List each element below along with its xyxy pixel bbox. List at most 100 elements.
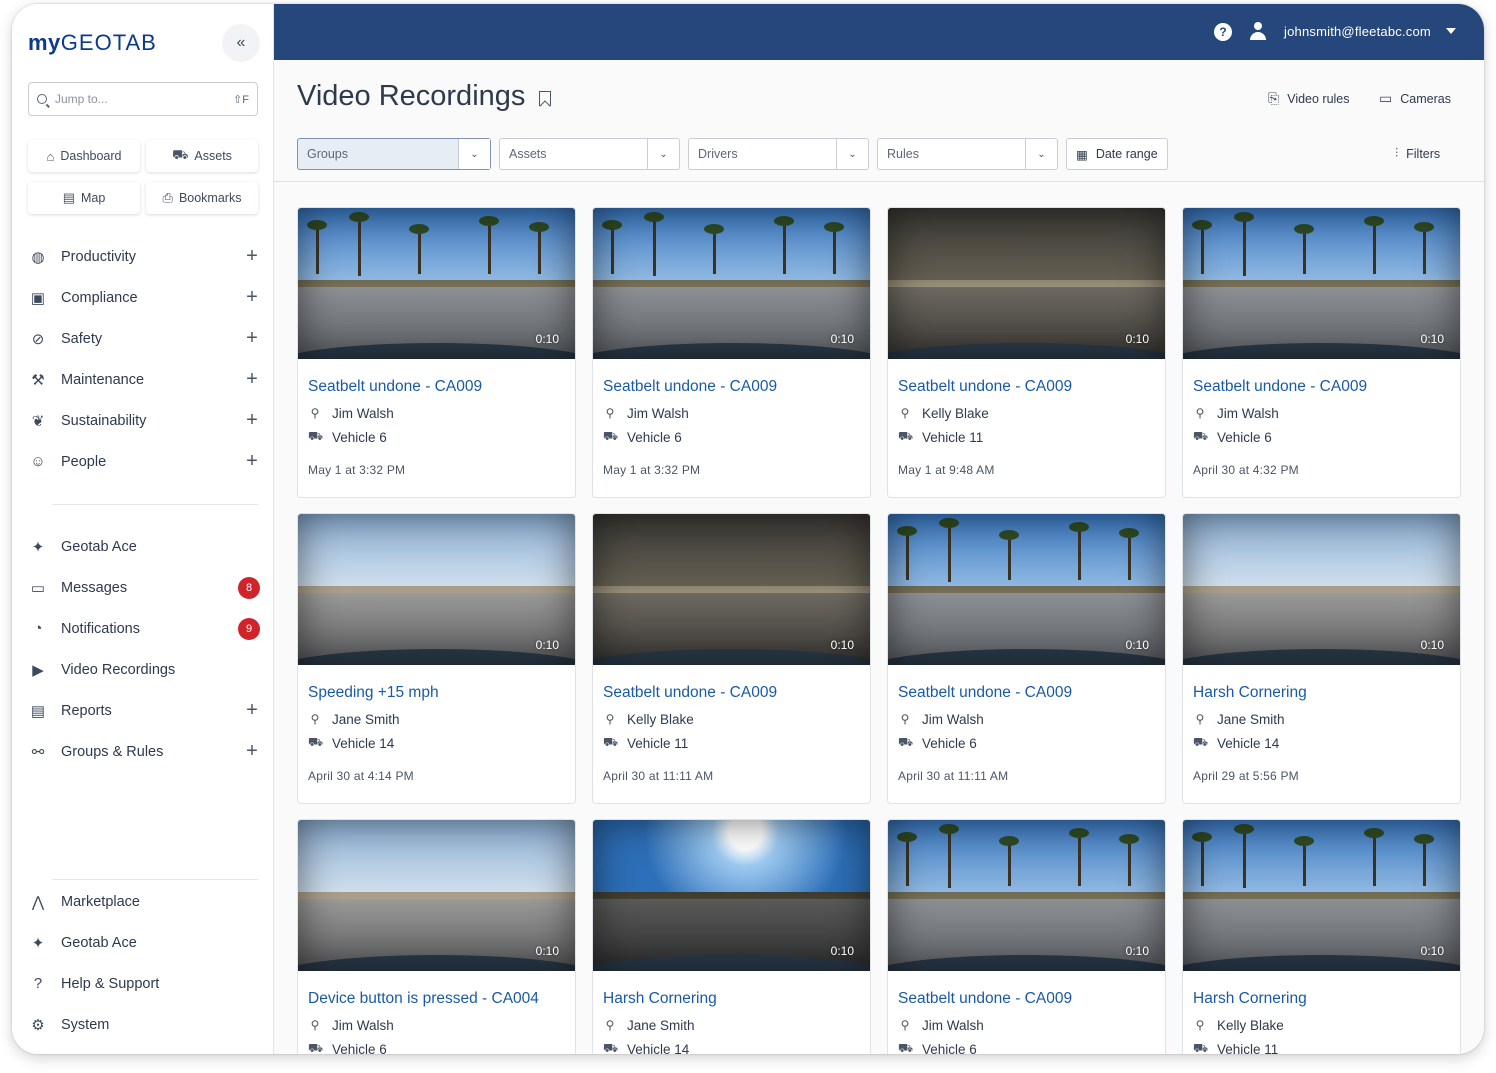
video-duration: 0:10: [535, 638, 559, 652]
quick-link-label: Map: [80, 191, 106, 205]
expand-plus-icon[interactable]: +: [244, 286, 260, 309]
sidebar-item-compliance[interactable]: ▣ Compliance +: [28, 277, 260, 318]
collapse-sidebar-button[interactable]: «: [222, 24, 260, 62]
recording-date: April 29 at 5:56 PM: [1193, 769, 1299, 783]
recording-card[interactable]: 0:10 Seatbelt undone - CA009 ⚲ Kelly Blake ⛟…: [592, 513, 871, 804]
sidebar-item-safety[interactable]: ⊘ Safety +: [28, 318, 260, 359]
video-thumbnail[interactable]: 0:10: [1183, 208, 1460, 359]
drivers-dropdown[interactable]: Drivers ⌄: [688, 138, 869, 170]
video-duration: 0:10: [1420, 638, 1444, 652]
user-icon[interactable]: [1250, 22, 1266, 40]
help-icon[interactable]: ?: [1214, 23, 1232, 41]
sidebar-item-messages[interactable]: ▭ Messages 8: [28, 567, 260, 608]
video-thumbnail[interactable]: 0:10: [1183, 514, 1460, 665]
sidebar-item-notifications[interactable]: ◔ Notifications 9: [28, 608, 260, 649]
vehicle-row: ⛟ Vehicle 11: [898, 429, 1155, 445]
vehicle-name: Vehicle 6: [1217, 429, 1272, 445]
recording-card[interactable]: 0:10 Seatbelt undone - CA009 ⚲ Jim Walsh ⛟ Ve…: [887, 513, 1166, 804]
recording-title-link[interactable]: Speeding +15 mph: [308, 684, 565, 702]
expand-plus-icon[interactable]: +: [244, 740, 260, 763]
person-icon: ⚲: [1195, 406, 1205, 420]
recording-details: Harsh Cornering ⚲ Jane Smith ⛟ Vehicle 14 Apr…: [1183, 684, 1460, 783]
recording-title-link[interactable]: Device button is pressed - CA004: [308, 990, 565, 1008]
account-menu-caret-icon[interactable]: [1446, 28, 1456, 34]
assets-quick-link[interactable]: ⛟ Assets: [146, 140, 258, 172]
recording-title-link[interactable]: Harsh Cornering: [603, 990, 860, 1008]
sidebar-item-geotab-ace[interactable]: ✦ Geotab Ace: [28, 526, 260, 567]
recording-title-link[interactable]: Harsh Cornering: [1193, 684, 1450, 702]
assets-dropdown[interactable]: Assets ⌄: [499, 138, 680, 170]
recording-card[interactable]: 0:10 Harsh Cornering ⚲ Kelly Blake ⛟ Vehicle …: [1182, 819, 1461, 1054]
recording-title-link[interactable]: Seatbelt undone - CA009: [898, 378, 1155, 396]
sliders-icon: ⫶: [1395, 146, 1399, 160]
recording-card[interactable]: 0:10 Seatbelt undone - CA009 ⚲ Jim Walsh ⛟ Ve…: [592, 207, 871, 498]
video-thumbnail[interactable]: 0:10: [888, 514, 1165, 665]
sidebar-item-people[interactable]: ☺ People +: [28, 441, 260, 482]
driver-name: Kelly Blake: [627, 711, 694, 727]
video-thumbnail[interactable]: 0:10: [888, 820, 1165, 971]
recording-title-link[interactable]: Seatbelt undone - CA009: [898, 684, 1155, 702]
sidebar-item-maintenance[interactable]: ⚒ Maintenance +: [28, 359, 260, 400]
video-thumbnail[interactable]: 0:10: [888, 208, 1165, 359]
recording-title-link[interactable]: Harsh Cornering: [1193, 990, 1450, 1008]
recording-details: Seatbelt undone - CA009 ⚲ Jim Walsh ⛟ Vehicl…: [1183, 378, 1460, 477]
sidebar-item-reports[interactable]: ▤ Reports +: [28, 690, 260, 731]
recording-card[interactable]: 0:10 Seatbelt undone - CA009 ⚲ Kelly Blake ⛟…: [887, 207, 1166, 498]
dashboard-quick-link[interactable]: ⌂ Dashboard: [28, 140, 140, 172]
video-thumbnail[interactable]: 0:10: [593, 514, 870, 665]
expand-plus-icon[interactable]: +: [244, 327, 260, 350]
groups-dropdown[interactable]: Groups ⌄: [297, 138, 491, 170]
sidebar-item-productivity[interactable]: ◍ Productivity +: [28, 236, 260, 277]
sidebar-item-video-recordings[interactable]: ▶ Video Recordings: [28, 649, 260, 690]
video-thumbnail[interactable]: 0:10: [298, 208, 575, 359]
filters-button[interactable]: ⫶ Filters: [1395, 146, 1440, 161]
sidebar-item-marketplace[interactable]: ⋀ Marketplace: [28, 881, 260, 922]
map-icon: ▤: [62, 190, 75, 205]
video-duration: 0:10: [1125, 638, 1149, 652]
recording-card[interactable]: 0:10 Speeding +15 mph ⚲ Jane Smith ⛟ Vehicle …: [297, 513, 576, 804]
recording-title-link[interactable]: Seatbelt undone - CA009: [603, 684, 860, 702]
recording-card[interactable]: 0:10 Device button is pressed - CA004 ⚲ Jim…: [297, 819, 576, 1054]
driver-name: Jim Walsh: [332, 405, 394, 421]
video-thumbnail[interactable]: 0:10: [298, 514, 575, 665]
thumbnail-vignette: [888, 208, 1165, 359]
rules-dropdown[interactable]: Rules ⌄: [877, 138, 1058, 170]
recording-card[interactable]: 0:10 Harsh Cornering ⚲ Jane Smith ⛟ Vehicle 1…: [592, 819, 871, 1054]
bookmarks-quick-link[interactable]: ⎙ Bookmarks: [146, 182, 258, 214]
recording-title-link[interactable]: Seatbelt undone - CA009: [603, 378, 860, 396]
page-title: Video Recordings: [297, 80, 526, 112]
vehicle-row: ⛟ Vehicle 14: [1193, 735, 1450, 751]
mygeotab-logo[interactable]: myGEOTAB: [28, 30, 157, 56]
recording-card[interactable]: 0:10 Seatbelt undone - CA009 ⚲ Jim Walsh ⛟ Ve…: [1182, 207, 1461, 498]
sidebar-item-groups-and-rules[interactable]: ⚯ Groups & Rules +: [28, 731, 260, 772]
bookmark-icon[interactable]: [539, 91, 551, 106]
recording-title-link[interactable]: Seatbelt undone - CA009: [898, 990, 1155, 1008]
date-range-button[interactable]: ▦ Date range: [1066, 138, 1168, 170]
sidebar-item-system[interactable]: ⚙ System: [28, 1004, 260, 1045]
video-thumbnail[interactable]: 0:10: [593, 820, 870, 971]
video-thumbnail[interactable]: 0:10: [593, 208, 870, 359]
recording-title-link[interactable]: Seatbelt undone - CA009: [308, 378, 565, 396]
video-thumbnail[interactable]: 0:10: [1183, 820, 1460, 971]
cameras-label: Cameras: [1400, 91, 1451, 106]
sidebar-item-geotab-ace[interactable]: ✦ Geotab Ace: [28, 922, 260, 963]
vehicle-name: Vehicle 14: [627, 1041, 690, 1055]
expand-plus-icon[interactable]: +: [244, 368, 260, 391]
expand-plus-icon[interactable]: +: [244, 450, 260, 473]
sidebar-item-help-and-support[interactable]: ? Help & Support: [28, 963, 260, 1004]
expand-plus-icon[interactable]: +: [244, 699, 260, 722]
sidebar-item-sustainability[interactable]: ❦ Sustainability +: [28, 400, 260, 441]
video-thumbnail[interactable]: 0:10: [298, 820, 575, 971]
recording-card[interactable]: 0:10 Seatbelt undone - CA009 ⚲ Jim Walsh ⛟ Ve…: [297, 207, 576, 498]
jump-to-search[interactable]: Jump to... ⇧F: [28, 82, 258, 116]
recording-card[interactable]: 0:10 Harsh Cornering ⚲ Jane Smith ⛟ Vehicle 1…: [1182, 513, 1461, 804]
map-quick-link[interactable]: ▤ Map: [28, 182, 140, 214]
expand-plus-icon[interactable]: +: [244, 245, 260, 268]
cameras-button[interactable]: ▭ Cameras: [1379, 90, 1451, 107]
user-email[interactable]: johnsmith@fleetabc.com: [1284, 24, 1431, 39]
video-rules-button[interactable]: ⎘ Video rules: [1268, 90, 1350, 107]
recording-title-link[interactable]: Seatbelt undone - CA009: [1193, 378, 1450, 396]
vehicle-row: ⛟ Vehicle 6: [603, 429, 860, 445]
expand-plus-icon[interactable]: +: [244, 409, 260, 432]
recording-card[interactable]: 0:10 Seatbelt undone - CA009 ⚲ Jim Walsh ⛟ Ve…: [887, 819, 1166, 1054]
